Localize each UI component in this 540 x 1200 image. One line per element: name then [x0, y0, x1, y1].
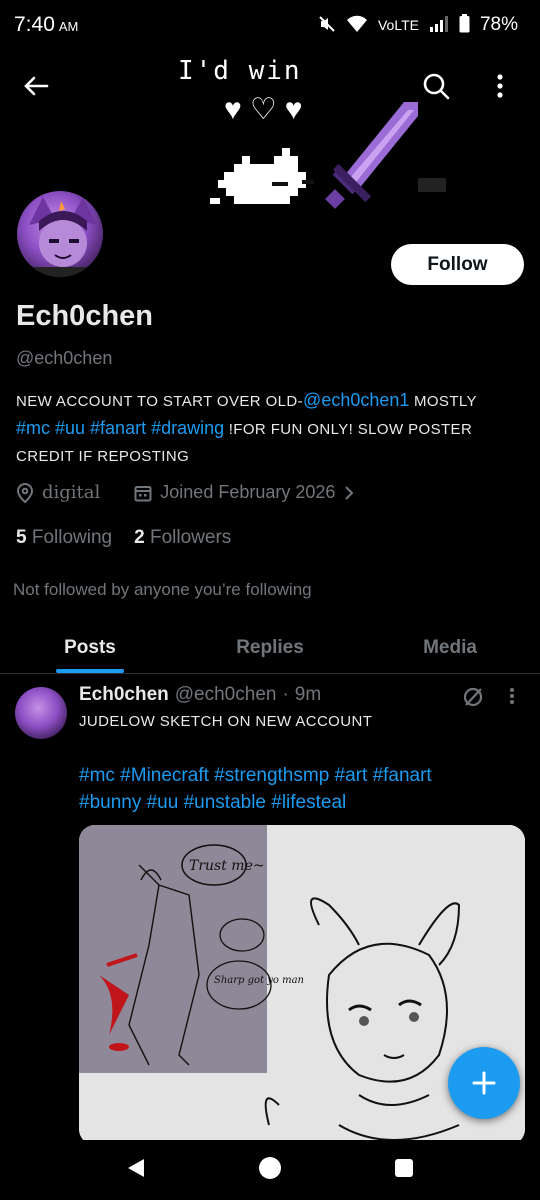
back-arrow-icon [24, 76, 49, 96]
location-pin-icon [16, 482, 34, 503]
bio-text-3: !FOR FUN ONLY! SLOW POSTER [224, 421, 473, 438]
search-icon [423, 73, 450, 100]
profile-handle: @ech0chen [16, 348, 113, 368]
search-button[interactable] [416, 66, 456, 106]
chevron-right-icon[interactable] [343, 485, 355, 501]
clock: 7:40 AM [14, 13, 78, 37]
nav-recents-button[interactable] [393, 1157, 415, 1184]
bio-text-2: MOSTLY [409, 393, 477, 410]
post-time: 9m [294, 684, 322, 705]
circle-home-icon [258, 1156, 281, 1179]
avatar-image [27, 197, 99, 277]
bio-line-2: #mc #uu #fanart #drawing !FOR FUN ONLY! … [16, 415, 526, 443]
bio-line-3: CREDIT IF REPOSTING [16, 448, 190, 465]
pixel-cat-icon [210, 148, 314, 204]
followers-link[interactable]: 2 Followers [134, 527, 231, 549]
system-nav-bar [0, 1140, 540, 1200]
not-followed-note: Not followed by anyone you’re following [13, 580, 312, 599]
post-more-button[interactable] [508, 686, 516, 711]
nav-back-button[interactable] [125, 1157, 147, 1184]
post-hashtags[interactable]: #mc #Minecraft #strengthsmp #art #fanart… [79, 762, 519, 816]
bio-line-1: NEW ACCOUNT TO START OVER OLD-@ech0chen1… [16, 387, 526, 415]
square-recents-icon [394, 1158, 413, 1177]
following-link[interactable]: 5 Following [16, 527, 112, 549]
grok-icon [463, 687, 483, 707]
post-author-handle: @ech0chen [174, 684, 277, 705]
more-options-button[interactable] [480, 66, 520, 106]
post-author-name[interactable]: Ech0chen [79, 684, 169, 706]
profile-location: digital [42, 482, 101, 503]
sketch-bubble-1: Trust me~ [189, 858, 265, 874]
clock-ampm: AM [58, 19, 79, 34]
profile-joined-date: Joined February 2026 [160, 482, 336, 502]
bio-hashtags[interactable]: #mc #uu #fanart #drawing [16, 418, 224, 438]
post-text: JUDELOW SKETCH ON NEW ACCOUNT [79, 713, 373, 730]
profile-avatar[interactable] [14, 188, 106, 280]
pixel-sword-icon [325, 102, 446, 209]
bio-text-1: NEW ACCOUNT TO START OVER OLD- [16, 393, 304, 410]
calendar-icon [134, 485, 152, 501]
triangle-back-icon [128, 1158, 145, 1177]
follow-stats: 5 Following 2 Followers [16, 527, 231, 549]
network-type: VoLTE [377, 17, 419, 33]
post-hashtags-line-1[interactable]: #mc #Minecraft #strengthsmp #art #fanart [79, 762, 519, 789]
nav-home-button[interactable] [258, 1156, 282, 1185]
profile-bio: NEW ACCOUNT TO START OVER OLD-@ech0chen1… [16, 387, 526, 470]
followers-label: Followers [149, 527, 232, 548]
followers-count: 2 [134, 527, 145, 548]
tab-posts[interactable]: Posts [0, 622, 180, 673]
wifi-icon [346, 15, 368, 36]
post-hashtags-line-2[interactable]: #bunny #uu #unstable #lifesteal [79, 789, 519, 816]
more-vertical-icon [510, 688, 514, 704]
follow-button[interactable]: Follow [391, 244, 524, 285]
grok-button[interactable] [462, 686, 484, 713]
following-count: 5 [16, 527, 27, 548]
compose-post-button[interactable] [448, 1047, 520, 1119]
mute-icon [318, 15, 336, 36]
profile-tabs: Posts Replies Media [0, 622, 540, 674]
bio-mention-link[interactable]: @ech0chen1 [303, 390, 409, 410]
signal-icon [429, 15, 449, 35]
battery-icon [459, 14, 470, 36]
profile-display-name: Ech0chen [16, 300, 153, 332]
clock-time: 7:40 [14, 13, 55, 36]
back-button[interactable] [16, 66, 56, 106]
plus-icon [472, 1071, 496, 1095]
status-icons: VoLTE 78% [318, 14, 518, 36]
post-author-avatar[interactable] [15, 687, 67, 739]
hearts-icon: ♥♡♥ [224, 93, 311, 126]
sketch-bubble-2: Sharp got yo man [214, 975, 304, 986]
post-header: Ech0chen @ech0chen · 9m [79, 684, 321, 706]
battery-level: 78% [479, 14, 518, 35]
post-separator: · [282, 684, 289, 705]
banner-text: I'd win [178, 56, 302, 86]
tab-media[interactable]: Media [360, 622, 540, 673]
status-bar: 7:40 AM VoLTE 78% [0, 0, 540, 50]
following-label: Following [31, 527, 113, 548]
profile-meta: digital Joined February 2026 [16, 482, 355, 503]
more-vertical-icon [497, 74, 503, 98]
tab-replies[interactable]: Replies [180, 622, 360, 673]
